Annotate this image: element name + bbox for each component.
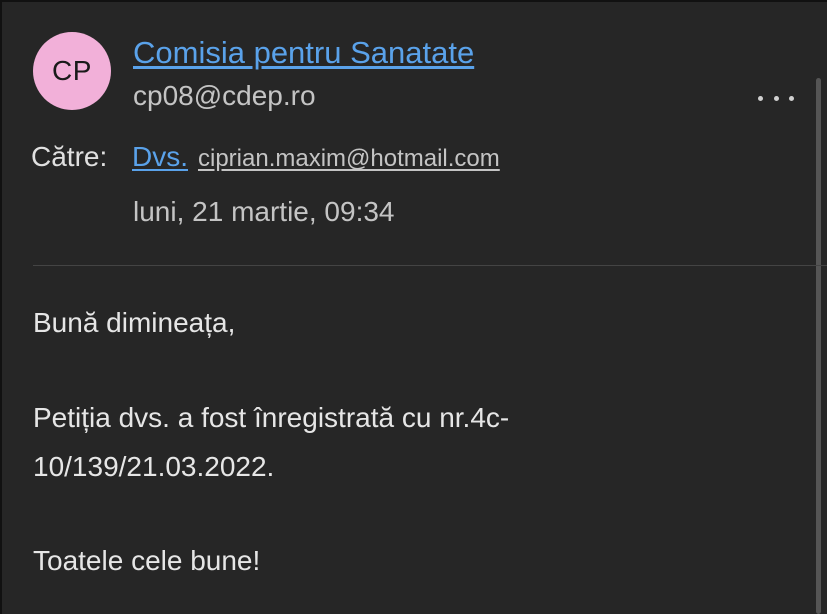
message-line-2: 10/139/21.03.2022. [33, 451, 275, 482]
more-options-icon-dot [773, 95, 779, 101]
recipients-label: Către: [31, 141, 108, 172]
message-date: luni, 21 martie, 09:34 [133, 196, 395, 227]
message-closing: Toatele cele bune! [33, 545, 261, 576]
scrollbar[interactable] [816, 78, 821, 614]
more-options-button[interactable] [758, 86, 794, 110]
sender-avatar: CP [33, 32, 111, 110]
sender-email: cp08@cdep.ro [133, 80, 316, 111]
more-options-icon [758, 95, 763, 101]
sender-name-link[interactable]: Comisia pentru Sanatate [133, 35, 474, 71]
recipient-name-link[interactable]: Dvs. [132, 141, 188, 173]
message-greeting: Bună dimineața, [33, 307, 236, 338]
message-line-1: Petiția dvs. a fost înregistrată cu nr.4… [33, 402, 510, 433]
header-divider [33, 265, 827, 266]
window-border-left [0, 0, 2, 614]
recipient-email-link[interactable]: ciprian.maxim@hotmail.com [198, 145, 500, 173]
more-options-icon-dot [789, 95, 794, 101]
sender-initials: CP [52, 55, 92, 86]
window-border-top [0, 0, 827, 2]
